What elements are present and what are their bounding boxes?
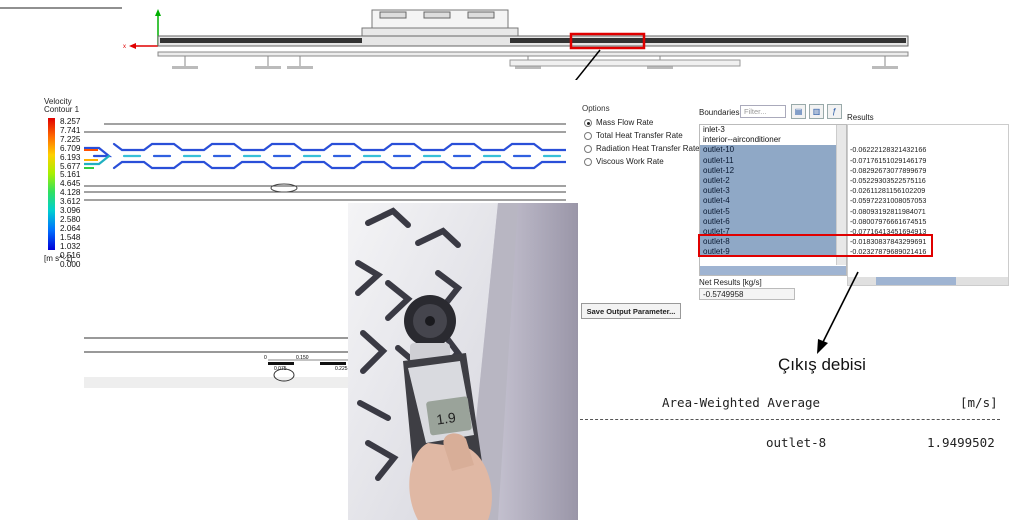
pointer-arrow <box>817 271 859 354</box>
options-label: Options <box>582 104 610 113</box>
table-divider <box>580 419 1000 420</box>
result-value: -0.07176151029146179 <box>850 155 927 165</box>
result-value: -0.05972231008057053 <box>850 196 927 206</box>
radio-icon[interactable] <box>584 157 592 166</box>
boundaries-filter-input[interactable]: Filter... <box>740 105 786 118</box>
result-value: -0.05229303522575116 <box>850 175 926 185</box>
svg-text:x: x <box>123 44 126 50</box>
option-mass-flow-rate[interactable]: Mass Flow Rate <box>584 117 653 128</box>
color-legend-bar <box>48 118 55 250</box>
results-scroll-thumb[interactable] <box>876 277 956 285</box>
net-results-field: -0.5749958 <box>699 288 795 300</box>
radio-icon[interactable] <box>584 118 592 127</box>
anemometer-photo: 1.9 <box>348 203 578 520</box>
save-output-parameter-button[interactable]: Save Output Parameter... <box>581 303 681 319</box>
boundary-item[interactable]: inlet-3 <box>700 125 846 135</box>
outlet-flow-caption: Çıkış debisi <box>778 355 866 374</box>
net-results-label: Net Results [kg/s] <box>699 278 762 287</box>
flux-report-panel: Options Mass Flow Rate Total Heat Transf… <box>578 100 1010 324</box>
boundary-item[interactable]: outlet-10 <box>700 145 846 156</box>
area-weighted-average-table: Area-Weighted Average [m/s] outlet-8 1.9… <box>580 385 1010 465</box>
boundary-item[interactable]: outlet-2 <box>700 175 846 187</box>
boundary-item[interactable]: outlet-6 <box>700 216 846 227</box>
table-header-quantity: Area-Weighted Average <box>662 395 821 410</box>
results-label: Results <box>847 113 874 122</box>
clear-filter-icon[interactable]: ƒ <box>827 104 842 119</box>
svg-text:1.9: 1.9 <box>435 409 457 428</box>
result-value: -0.08007976661674515 <box>850 216 927 226</box>
scale-label-0: 0 <box>264 355 267 361</box>
option-viscous-work-rate[interactable]: Viscous Work Rate <box>584 156 664 167</box>
deselect-all-icon[interactable]: ▥ <box>809 104 824 119</box>
option-radiation-heat-transfer-rate[interactable]: Radiation Heat Transfer Rate <box>584 143 700 154</box>
boundaries-label: Boundaries <box>699 108 740 117</box>
boundary-item[interactable]: outlet-12 <box>700 165 846 176</box>
table-header-unit: [m/s] <box>960 395 998 410</box>
boundary-item[interactable]: outlet-4 <box>700 196 846 207</box>
scale-label-225: 0.225 <box>335 366 348 372</box>
outlet-8-highlight-box <box>698 234 933 257</box>
legend-values: 8.257 7.741 7.225 6.709 6.193 5.677 5.161 4.… <box>60 117 81 269</box>
boundary-item[interactable]: interior--airconditioner <box>700 135 846 145</box>
select-all-icon[interactable]: ▤ <box>791 104 806 119</box>
result-value: -0.06222128321432166 <box>850 145 927 155</box>
scale-label-075: 0.075 <box>274 366 287 372</box>
scale-label-150: 0.150 <box>296 355 309 361</box>
boundary-item[interactable]: outlet-3 <box>700 186 846 197</box>
legend-unit: [m s^-1] <box>44 254 73 263</box>
boundary-item[interactable]: outlet-5 <box>700 206 846 217</box>
radio-icon[interactable] <box>584 144 592 153</box>
model-geometry-strip: x <box>0 7 909 80</box>
result-value: -0.08292673077899679 <box>850 165 927 175</box>
boundary-item[interactable]: outlet-11 <box>700 155 846 166</box>
radio-icon[interactable] <box>584 131 592 140</box>
result-value: -0.02611281156102209 <box>850 186 926 196</box>
table-row-value: 1.9499502 <box>927 435 995 450</box>
table-row-name: outlet-8 <box>766 435 827 450</box>
result-value: -0.08093192811984071 <box>850 206 926 216</box>
option-total-heat-transfer-rate[interactable]: Total Heat Transfer Rate <box>584 130 683 141</box>
results-list: -0.06222128321432166 -0.0717615102914617… <box>847 124 1009 286</box>
